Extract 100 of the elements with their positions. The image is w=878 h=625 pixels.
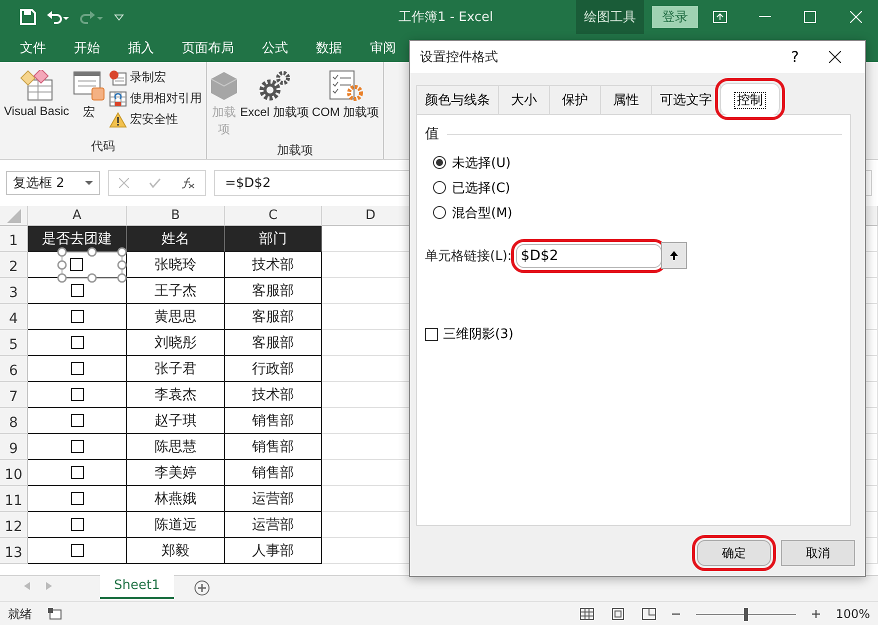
function-icon[interactable] (181, 177, 195, 189)
window-title: 工作簿1 - Excel (397, 9, 494, 26)
ribbon-command[interactable]: COM 加载项 (310, 66, 380, 142)
row-header[interactable]: 11 (0, 486, 28, 512)
group-label: 加载项 (276, 142, 314, 159)
checkbox[interactable] (70, 414, 84, 427)
checkbox[interactable] (70, 466, 84, 479)
minimize-icon[interactable] (759, 16, 772, 18)
ribbon-display-icon[interactable] (713, 11, 728, 23)
status-text: 就绪 (8, 606, 32, 622)
form-icon (20, 70, 54, 102)
row-header[interactable]: 6 (0, 356, 28, 382)
grid-icon (109, 90, 128, 106)
row-header[interactable]: 10 (0, 460, 28, 486)
column-header[interactable]: C (225, 206, 322, 226)
table-cell: 销售部 (225, 460, 322, 486)
row-header[interactable]: 9 (0, 434, 28, 460)
column-header[interactable]: B (127, 206, 225, 226)
table-cell: 黄思思 (127, 304, 225, 330)
page-break-icon[interactable] (642, 608, 656, 620)
ribbon-command[interactable]: Excel 加载项 (239, 66, 310, 142)
table-cell: 客服部 (225, 278, 322, 304)
row-header[interactable]: 7 (0, 382, 28, 408)
ribbon-tab[interactable]: 文件 (6, 39, 60, 57)
context-tab[interactable]: 绘图工具 (576, 0, 644, 34)
ribbon-tab[interactable]: 数据 (302, 39, 356, 57)
dialog-tab[interactable]: 颜色与线条 (416, 85, 499, 114)
dialog-tab[interactable]: 可选文字 (651, 85, 721, 114)
help-button[interactable]: ? (775, 47, 815, 67)
customize-caret-icon[interactable] (114, 12, 124, 22)
undo-icon[interactable] (46, 9, 70, 25)
ribbon-tab[interactable]: 插入 (114, 39, 168, 57)
checkbox[interactable] (70, 362, 84, 375)
table-header-cell: 是否去团建 (28, 226, 127, 252)
row-header[interactable]: 8 (0, 408, 28, 434)
table-cell: 张子君 (127, 356, 225, 382)
checkbox[interactable] (70, 258, 83, 271)
close-icon[interactable] (829, 51, 841, 63)
add-sheet-icon[interactable] (194, 580, 210, 596)
save-icon[interactable] (20, 9, 36, 25)
checkbox[interactable] (70, 518, 84, 531)
table-cell: 张晓玲 (127, 252, 225, 278)
row-header[interactable]: 4 (0, 304, 28, 330)
row-header[interactable]: 1 (0, 226, 28, 252)
sheet-tab[interactable]: Sheet1 (100, 575, 174, 599)
checkbox[interactable] (70, 440, 84, 453)
arrow-up-icon (668, 250, 679, 261)
radio-option[interactable]: 未选择(U) (433, 153, 834, 172)
table-cell: 客服部 (225, 330, 322, 356)
table-cell: 行政部 (225, 356, 322, 382)
checkbox[interactable]: 三维阴影(3) (425, 325, 842, 343)
selection-frame[interactable] (57, 246, 127, 282)
ribbon-command[interactable]: 录制宏 (108, 68, 204, 87)
checkbox[interactable] (70, 284, 84, 297)
maximize-icon[interactable] (804, 11, 816, 23)
table-cell: 运营部 (225, 512, 322, 538)
radio-option[interactable]: 混合型(M) (433, 203, 834, 222)
ribbon-tab[interactable]: 开始 (60, 39, 114, 57)
normal-view-icon[interactable] (580, 608, 594, 620)
table-cell: 人事部 (225, 538, 322, 564)
gears-icon (258, 70, 292, 102)
table-cell: 郑毅 (127, 538, 225, 564)
table-cell: 客服部 (225, 304, 322, 330)
record-icon (109, 70, 128, 86)
dialog-title: 设置控件格式 (420, 49, 499, 66)
table-cell: 销售部 (225, 408, 322, 434)
macro-record-icon[interactable] (48, 608, 62, 620)
table-cell: 赵子琪 (127, 408, 225, 434)
row-header[interactable]: 12 (0, 512, 28, 538)
checkbox[interactable] (70, 388, 84, 401)
ribbon-tab[interactable]: 公式 (248, 39, 302, 57)
row-header[interactable]: 5 (0, 330, 28, 356)
table-cell: 王子杰 (127, 278, 225, 304)
ribbon-command[interactable]: 使用相对引用 (108, 89, 204, 108)
name-box[interactable]: 复选框 2 (6, 171, 100, 195)
slider-thumb[interactable] (744, 608, 748, 620)
ribbon-command[interactable]: 宏安全性 (108, 110, 204, 129)
row-header[interactable]: 2 (0, 252, 28, 278)
ribbon-command[interactable]: Visual Basic (3, 66, 70, 138)
row-header[interactable]: 13 (0, 538, 28, 564)
table-cell: 刘晓彤 (127, 330, 225, 356)
dialog-button[interactable]: 取消 (781, 540, 855, 566)
checkbox[interactable] (70, 544, 84, 557)
ribbon-command[interactable]: 宏 (71, 66, 108, 138)
zoom-level: 100% (836, 607, 870, 621)
table-cell: 林燕娥 (127, 486, 225, 512)
macro-icon (72, 70, 106, 102)
field-label: 单元格链接(L): (425, 248, 512, 264)
zoom-in-icon[interactable] (812, 610, 820, 618)
checkbox[interactable] (70, 336, 84, 349)
row-header[interactable]: 3 (0, 278, 28, 304)
ribbon-tab[interactable]: 审阅 (356, 39, 410, 57)
checklist-icon (328, 70, 364, 102)
checkbox[interactable] (70, 492, 84, 505)
page-layout-icon[interactable] (612, 608, 624, 620)
login-button[interactable]: 登录 (652, 6, 698, 28)
ribbon-tab[interactable]: 页面布局 (168, 39, 248, 57)
column-header[interactable]: A (28, 206, 127, 226)
radio-option[interactable]: 已选择(C) (433, 178, 834, 197)
checkbox[interactable] (70, 310, 84, 323)
